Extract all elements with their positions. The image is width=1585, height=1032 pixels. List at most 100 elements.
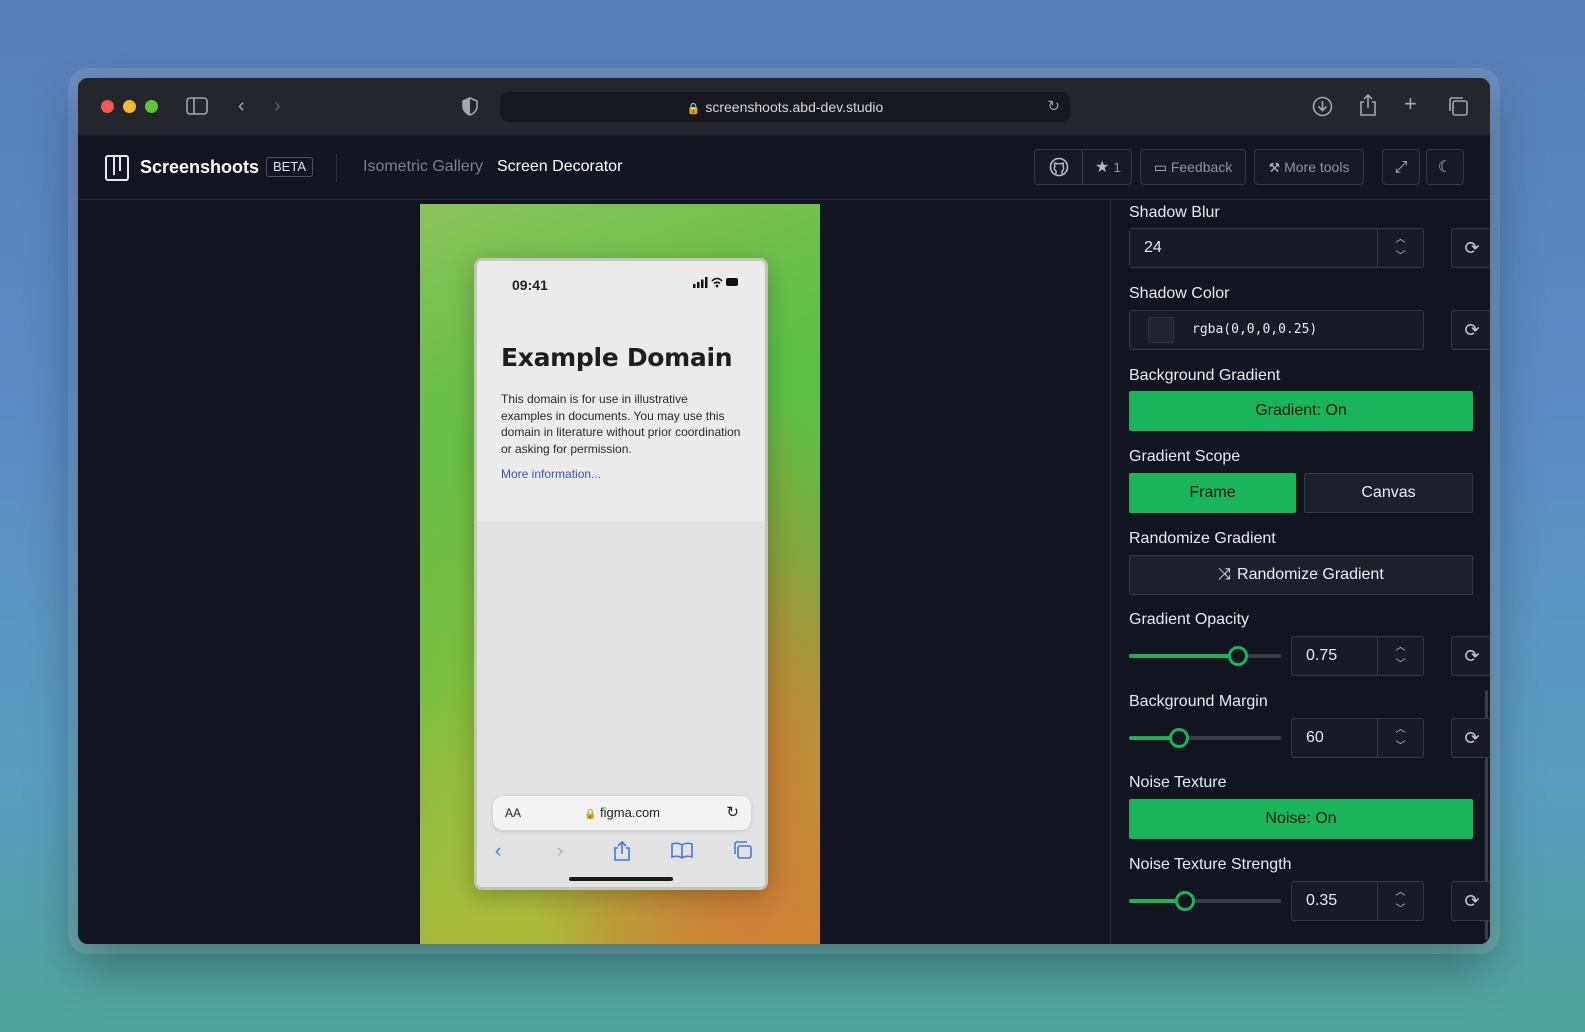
- chevron-down-icon[interactable]: ﹀: [1378, 901, 1423, 918]
- more-tools-label: More tools: [1284, 159, 1350, 175]
- chevron-down-icon[interactable]: ﹀: [1378, 248, 1423, 265]
- shadow-blur-value: 24: [1144, 239, 1162, 256]
- background-margin-input[interactable]: 60 ︿ ﹀: [1291, 718, 1424, 758]
- phone-reload-icon: ↻: [726, 804, 739, 821]
- download-icon[interactable]: [1312, 96, 1333, 122]
- reset-icon: ⟳: [1464, 728, 1480, 748]
- chevron-down-icon[interactable]: ﹀: [1378, 656, 1423, 673]
- noise-toggle-button[interactable]: Noise: On: [1129, 799, 1473, 839]
- noise-strength-label: Noise Texture Strength: [1129, 856, 1292, 873]
- brand-name[interactable]: Screenshoots: [140, 157, 259, 178]
- background-gradient-label: Background Gradient: [1129, 367, 1281, 384]
- shadow-color-value: rgba(0,0,0,0.25): [1192, 322, 1318, 337]
- scope-canvas-button[interactable]: Canvas: [1304, 473, 1473, 513]
- noise-strength-reset-button[interactable]: ⟳: [1451, 881, 1490, 921]
- close-window-button[interactable]: [101, 100, 114, 113]
- reset-icon: ⟳: [1464, 320, 1480, 340]
- randomize-gradient-button[interactable]: ⤨ Randomize Gradient: [1129, 555, 1473, 595]
- shuffle-icon: ⤨: [1218, 566, 1232, 583]
- gradient-opacity-stepper[interactable]: ︿ ﹀: [1377, 637, 1423, 675]
- chevron-down-icon[interactable]: ﹀: [1378, 738, 1423, 755]
- nav-screen-decorator[interactable]: Screen Decorator: [497, 158, 622, 176]
- noise-texture-label: Noise Texture: [1129, 774, 1227, 791]
- noise-strength-input[interactable]: 0.35 ︿ ﹀: [1291, 881, 1424, 921]
- background-margin-stepper[interactable]: ︿ ﹀: [1377, 719, 1423, 757]
- gradient-opacity-input[interactable]: 0.75 ︿ ﹀: [1291, 636, 1424, 676]
- feedback-label: Feedback: [1170, 159, 1233, 175]
- gradient-opacity-slider[interactable]: [1129, 646, 1281, 666]
- star-count: 1: [1113, 159, 1122, 175]
- new-tab-icon[interactable]: +: [1404, 93, 1417, 115]
- shadow-blur-input[interactable]: 24 ︿ ﹀: [1129, 228, 1424, 268]
- shadow-blur-stepper[interactable]: ︿ ﹀: [1377, 229, 1423, 267]
- slider-thumb[interactable]: [1175, 891, 1196, 911]
- maximize-window-button[interactable]: [145, 100, 158, 113]
- tabs-icon[interactable]: [1448, 96, 1469, 122]
- gradient-opacity-reset-button[interactable]: ⟳: [1451, 636, 1490, 676]
- gradient-frame[interactable]: 09:41 Example Domain This domain is for …: [420, 204, 820, 944]
- forward-icon[interactable]: ›: [274, 96, 281, 116]
- minimize-window-button[interactable]: [123, 100, 136, 113]
- phone-toolbar: ‹ ›: [477, 840, 765, 867]
- noise-strength-value: 0.35: [1306, 892, 1338, 909]
- canvas-area[interactable]: 09:41 Example Domain This domain is for …: [78, 200, 1110, 944]
- noise-strength-slider[interactable]: [1129, 891, 1281, 911]
- reload-icon[interactable]: ↻: [1047, 92, 1060, 122]
- address-bar[interactable]: 🔒 screenshoots.abd-dev.studio ↻: [500, 92, 1070, 122]
- sidebar-icon[interactable]: [186, 97, 208, 120]
- phone-url: figma.com: [600, 805, 661, 820]
- phone-paragraph: This domain is for use in illustrative e…: [501, 392, 741, 456]
- scope-frame-button[interactable]: Frame: [1129, 473, 1296, 513]
- gradient-opacity-label: Gradient Opacity: [1129, 611, 1250, 628]
- phone-back-icon: ‹: [495, 841, 502, 862]
- moon-icon: ☾: [1437, 159, 1453, 176]
- gradient-opacity-value: 0.75: [1306, 647, 1338, 664]
- browser-window: ‹ › 🔒 screenshoots.abd-dev.studio ↻ + Scr…: [78, 78, 1490, 944]
- more-tools-button[interactable]: ⚒ More tools: [1254, 149, 1364, 185]
- feedback-button[interactable]: ▭ Feedback: [1140, 149, 1246, 185]
- shadow-blur-reset-button[interactable]: ⟳: [1451, 228, 1490, 268]
- phone-link: More information...: [501, 467, 602, 481]
- background-margin-slider[interactable]: [1129, 728, 1281, 748]
- reset-icon: ⟳: [1464, 238, 1480, 258]
- logo-icon[interactable]: [105, 155, 129, 181]
- chevron-up-icon[interactable]: ︿: [1378, 721, 1423, 738]
- chevron-up-icon[interactable]: ︿: [1378, 884, 1423, 901]
- phone-tabs-icon: [733, 841, 753, 865]
- noise-strength-stepper[interactable]: ︿ ﹀: [1377, 882, 1423, 920]
- beta-badge: BETA: [266, 157, 313, 177]
- star-icon: ★: [1094, 159, 1110, 176]
- phone-page-blank: [477, 521, 765, 887]
- color-swatch[interactable]: [1148, 317, 1174, 343]
- message-icon: ▭: [1153, 159, 1167, 175]
- phone-home-indicator: [569, 877, 673, 881]
- settings-panel[interactable]: Shadow Blur 24 ︿ ﹀ ⟳ Shadow Color rgba(0,…: [1110, 200, 1490, 944]
- slider-thumb[interactable]: [1228, 646, 1249, 666]
- app-header: Screenshoots BETA Isometric Gallery Scre…: [78, 136, 1490, 200]
- chevron-up-icon[interactable]: ︿: [1378, 231, 1423, 248]
- shield-icon[interactable]: [462, 97, 478, 121]
- gradient-toggle-button[interactable]: Gradient: On: [1129, 391, 1473, 431]
- shadow-color-input[interactable]: rgba(0,0,0,0.25): [1129, 310, 1424, 350]
- phone-time: 09:41: [512, 277, 548, 293]
- theme-toggle-button[interactable]: ☾: [1426, 149, 1464, 185]
- slider-thumb[interactable]: [1169, 728, 1190, 748]
- nav-isometric-gallery[interactable]: Isometric Gallery: [363, 158, 483, 176]
- phone-status-icons: [693, 276, 739, 291]
- github-star-button[interactable]: ★ 1: [1034, 149, 1132, 185]
- shadow-color-label: Shadow Color: [1129, 285, 1230, 302]
- phone-share-icon: [613, 840, 631, 867]
- background-margin-value: 60: [1306, 729, 1324, 746]
- phone-address-bar: AA 🔒 figma.com ↻: [493, 796, 751, 830]
- background-margin-reset-button[interactable]: ⟳: [1451, 718, 1490, 758]
- back-icon[interactable]: ‹: [238, 96, 245, 116]
- reset-icon: ⟳: [1464, 646, 1480, 666]
- shadow-color-reset-button[interactable]: ⟳: [1451, 310, 1490, 350]
- chevron-up-icon[interactable]: ︿: [1378, 639, 1423, 656]
- phone-screenshot: 09:41 Example Domain This domain is for …: [474, 258, 768, 890]
- tools-icon: ⚒: [1268, 160, 1281, 175]
- phone-heading: Example Domain: [501, 343, 733, 372]
- slider-fill: [1129, 654, 1239, 658]
- share-icon[interactable]: [1359, 93, 1377, 121]
- fullscreen-button[interactable]: ⤢: [1382, 149, 1420, 185]
